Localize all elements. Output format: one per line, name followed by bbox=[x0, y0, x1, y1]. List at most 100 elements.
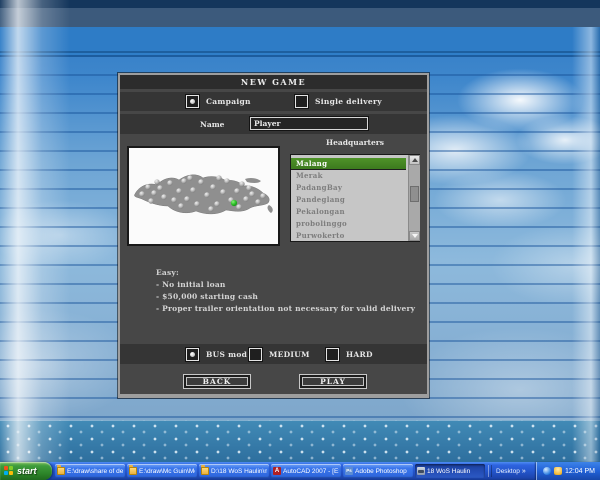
city-dot[interactable] bbox=[148, 198, 153, 203]
city-dot[interactable] bbox=[224, 178, 229, 183]
difficulty-desc-line: - No initial loan bbox=[156, 279, 415, 291]
back-button[interactable]: BACK bbox=[183, 374, 251, 389]
city-dot[interactable] bbox=[171, 197, 176, 202]
city-dot[interactable] bbox=[167, 180, 172, 185]
java-map bbox=[129, 148, 278, 244]
difficulty-desc-line: - $50,000 starting cash bbox=[156, 291, 415, 303]
option-single-delivery[interactable]: Single delivery bbox=[295, 95, 382, 108]
start-button[interactable]: start bbox=[0, 462, 52, 480]
top-stripe-blue bbox=[0, 27, 600, 57]
folder-icon bbox=[57, 467, 65, 475]
city-dot[interactable] bbox=[154, 179, 159, 184]
city-dot[interactable] bbox=[246, 185, 251, 190]
hq-item-probolinggo[interactable]: probolinggo bbox=[291, 218, 406, 230]
city-dot[interactable] bbox=[181, 178, 186, 183]
taskbar-task[interactable]: E:\draw\Mc Guin\Mc ... bbox=[127, 464, 197, 478]
option-medium[interactable]: MEDIUM bbox=[249, 348, 310, 361]
option-label: Campaign bbox=[206, 97, 251, 106]
desktop-screen: NEW GAME CampaignSingle delivery Name He… bbox=[0, 0, 600, 480]
city-dot[interactable] bbox=[145, 184, 150, 189]
option-label: BUS mod bbox=[206, 350, 247, 359]
option-bus-mod[interactable]: BUS mod bbox=[186, 348, 247, 361]
task-label: 18 WoS Haulin bbox=[427, 468, 470, 475]
system-tray: 12:04 PM bbox=[536, 462, 600, 480]
option-hard[interactable]: HARD bbox=[326, 348, 373, 361]
city-dot[interactable] bbox=[236, 204, 241, 209]
truck-icon bbox=[417, 467, 425, 475]
city-dot[interactable] bbox=[176, 188, 181, 193]
task-label: E:\draw\Mc Guin\Mc ... bbox=[139, 468, 195, 475]
chevron-icon[interactable]: » bbox=[522, 468, 526, 475]
city-dot[interactable] bbox=[190, 187, 195, 192]
city-dot[interactable] bbox=[198, 179, 203, 184]
play-button[interactable]: PLAY bbox=[299, 374, 367, 389]
city-dot[interactable] bbox=[214, 201, 219, 206]
scroll-down-button[interactable] bbox=[409, 231, 420, 241]
hq-item-pekalongan[interactable]: Pekalongan bbox=[291, 206, 406, 218]
unchecked-box-icon[interactable] bbox=[249, 348, 262, 361]
headquarters-label: Headquarters bbox=[290, 138, 420, 147]
start-label: start bbox=[17, 466, 37, 476]
taskbar-task[interactable]: E:\draw\share of den... bbox=[55, 464, 125, 478]
city-dot[interactable] bbox=[178, 203, 183, 208]
tray-blue-icon[interactable] bbox=[543, 467, 551, 475]
city-dot[interactable] bbox=[208, 206, 213, 211]
city-dot[interactable] bbox=[234, 188, 239, 193]
checked-box-icon[interactable] bbox=[186, 95, 199, 108]
unchecked-box-icon[interactable] bbox=[326, 348, 339, 361]
desktop-toolbar-label: Desktop bbox=[496, 468, 520, 475]
city-dot[interactable] bbox=[210, 184, 215, 189]
desktop-toolbar[interactable]: Desktop » bbox=[495, 468, 527, 475]
down-arrow-icon bbox=[412, 234, 418, 238]
selected-city-dot[interactable] bbox=[231, 200, 237, 206]
top-stripe-dark bbox=[0, 0, 600, 8]
difficulty-desc-line: Easy: bbox=[156, 267, 415, 279]
hq-item-padangbay[interactable]: PadangBay bbox=[291, 182, 406, 194]
city-dot[interactable] bbox=[239, 181, 244, 186]
option-campaign[interactable]: Campaign bbox=[186, 95, 251, 108]
city-dot[interactable] bbox=[184, 196, 189, 201]
checked-box-icon[interactable] bbox=[186, 348, 199, 361]
city-dot[interactable] bbox=[204, 192, 209, 197]
new-game-dialog: NEW GAME CampaignSingle delivery Name He… bbox=[118, 73, 429, 398]
taskbar-tasks: E:\draw\share of den... E:\draw\Mc Guin\M… bbox=[55, 464, 485, 478]
taskbar-task[interactable]: AutoCAD 2007 - [E:\... bbox=[271, 464, 341, 478]
option-label: Single delivery bbox=[315, 97, 382, 106]
task-label: D:\18 WoS Haulin\mod bbox=[211, 468, 267, 475]
unchecked-box-icon[interactable] bbox=[295, 95, 308, 108]
city-dot[interactable] bbox=[216, 175, 221, 180]
headquarters-list[interactable]: MalangMerakPadangBayPandeglangPekalongan… bbox=[290, 154, 420, 242]
hq-item-pandeglang[interactable]: Pandeglang bbox=[291, 194, 406, 206]
photoshop-icon bbox=[345, 467, 353, 475]
tray-yellow-icon[interactable] bbox=[554, 467, 562, 475]
toolbar-divider bbox=[488, 465, 492, 477]
city-dot[interactable] bbox=[187, 175, 192, 180]
task-label: E:\draw\share of den... bbox=[67, 468, 123, 475]
taskbar-task[interactable]: Adobe Photoshop bbox=[343, 464, 413, 478]
city-dot[interactable] bbox=[220, 189, 225, 194]
city-dot[interactable] bbox=[139, 191, 144, 196]
city-dot[interactable] bbox=[151, 190, 156, 195]
hq-item-purwokerto[interactable]: Purwokerto bbox=[291, 230, 406, 242]
taskbar-clock: 12:04 PM bbox=[565, 468, 595, 475]
hq-scrollbar[interactable] bbox=[408, 155, 420, 241]
city-dot[interactable] bbox=[157, 185, 162, 190]
city-dot[interactable] bbox=[255, 199, 260, 204]
scroll-thumb[interactable] bbox=[410, 186, 419, 202]
city-dot[interactable] bbox=[249, 191, 254, 196]
scroll-up-button[interactable] bbox=[409, 155, 420, 165]
city-dot[interactable] bbox=[194, 201, 199, 206]
city-dot[interactable] bbox=[161, 194, 166, 199]
hq-item-merak[interactable]: Merak bbox=[291, 170, 406, 182]
map-panel[interactable] bbox=[127, 146, 280, 246]
city-dot[interactable] bbox=[243, 196, 248, 201]
autocad-icon bbox=[273, 467, 281, 475]
hq-item-malang[interactable]: Malang bbox=[291, 158, 406, 170]
folder-icon bbox=[201, 467, 209, 475]
city-dot[interactable] bbox=[260, 193, 265, 198]
taskbar-task[interactable]: D:\18 WoS Haulin\mod bbox=[199, 464, 269, 478]
player-name-input[interactable] bbox=[250, 117, 368, 130]
task-label: AutoCAD 2007 - [E:\... bbox=[283, 468, 339, 475]
taskbar-task[interactable]: 18 WoS Haulin bbox=[415, 464, 485, 478]
top-stripe-steel bbox=[0, 8, 600, 27]
